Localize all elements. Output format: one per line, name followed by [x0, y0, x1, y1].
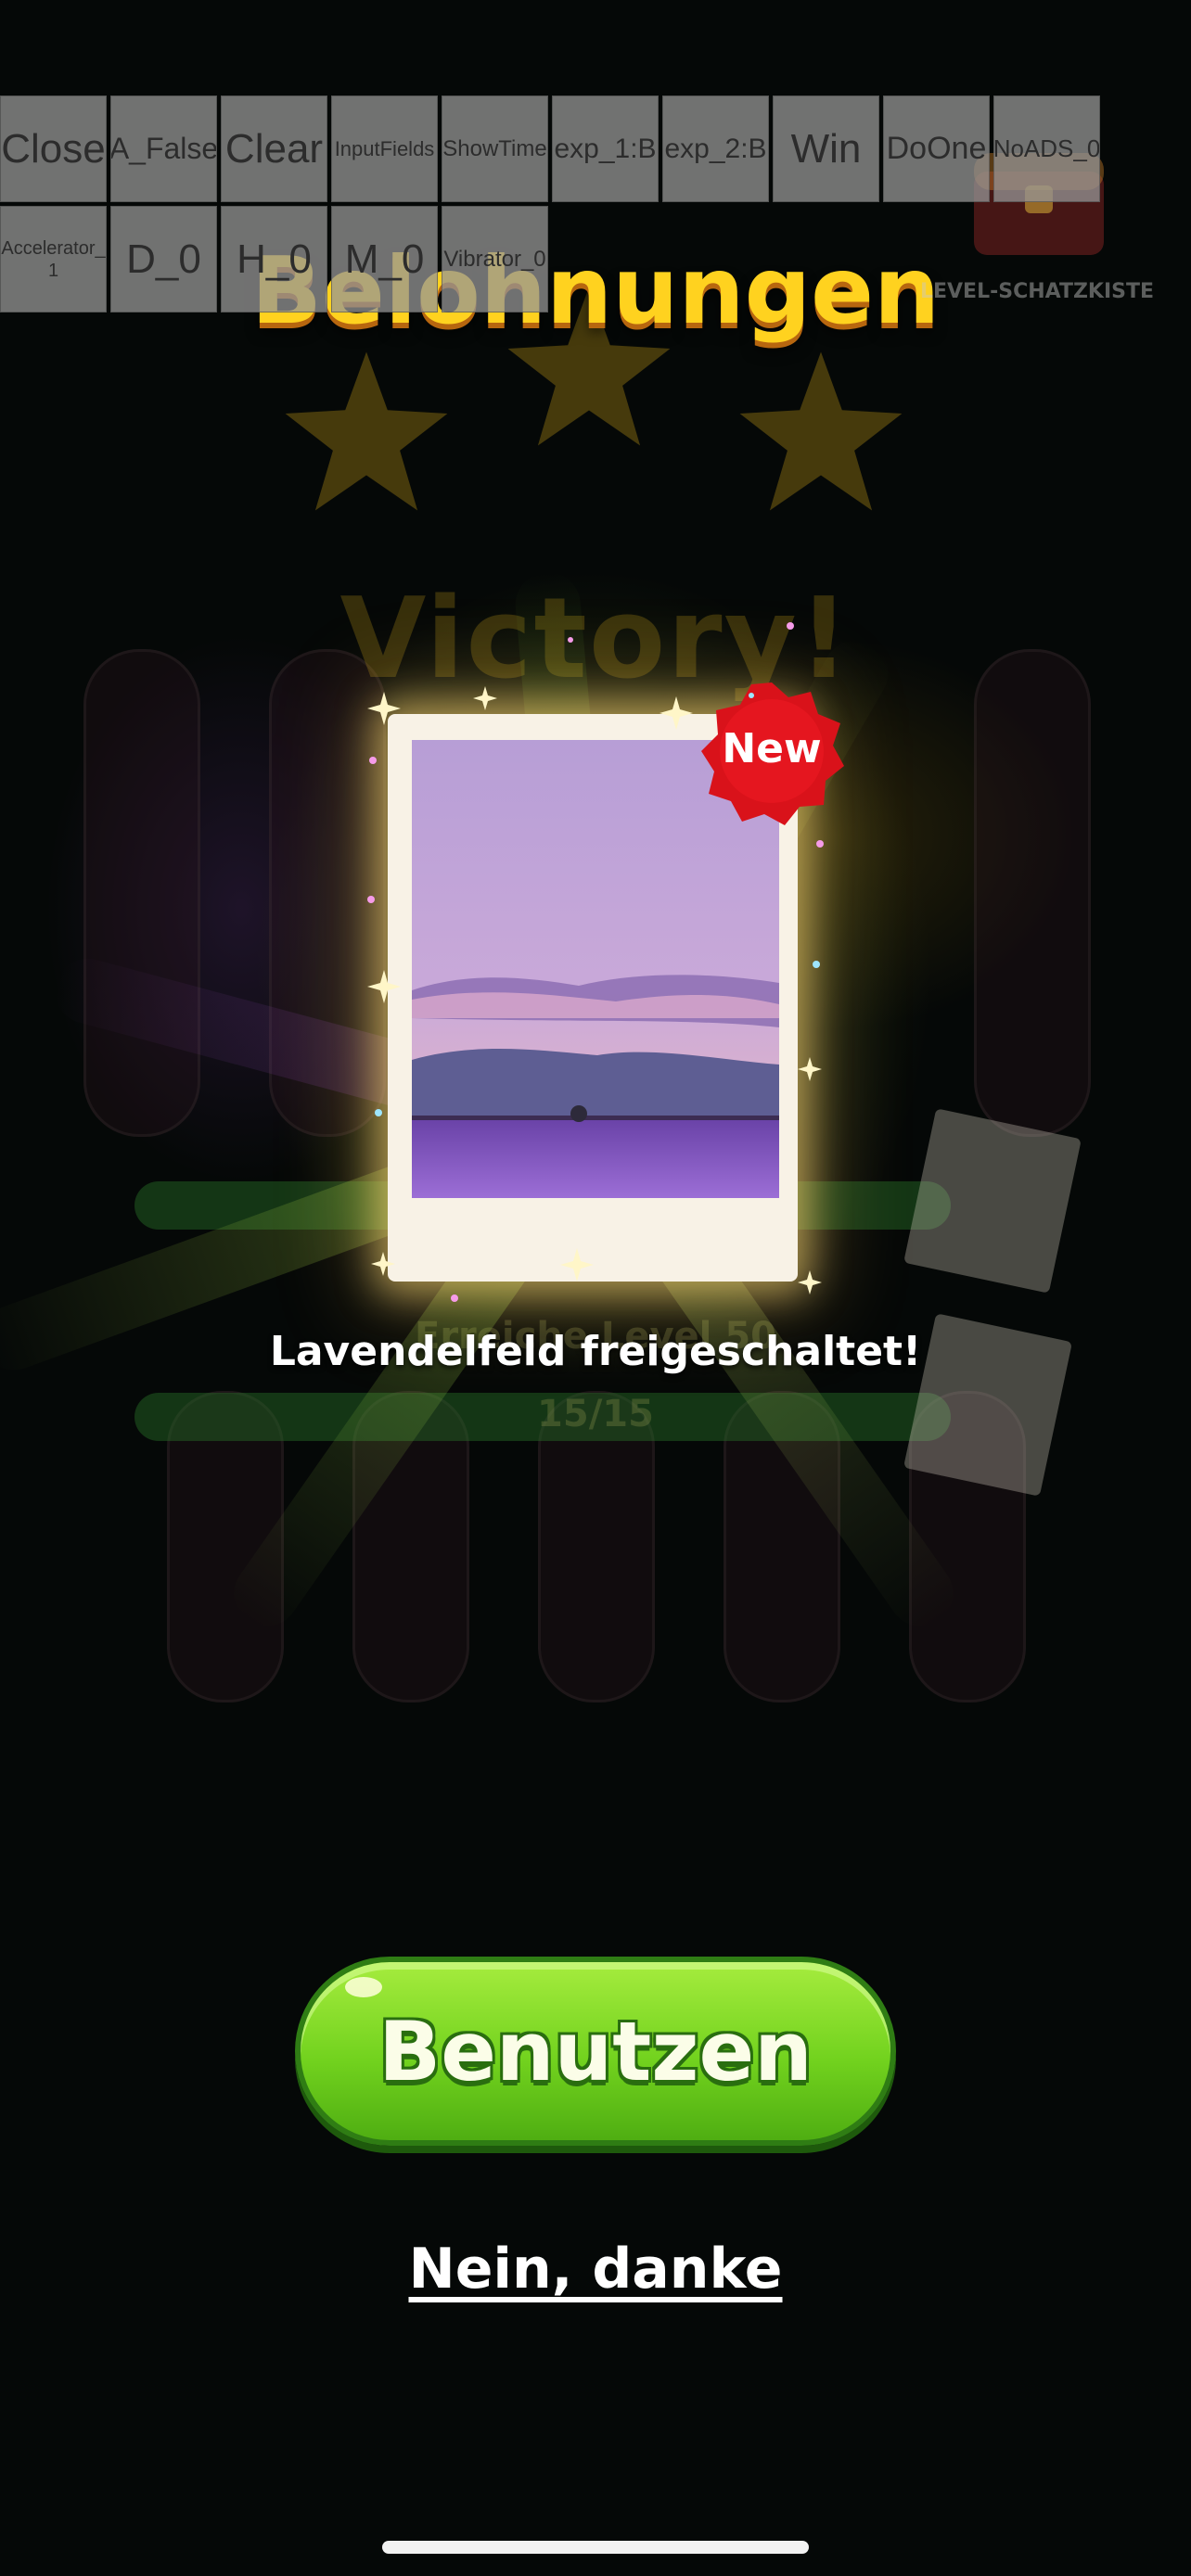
home-indicator[interactable]	[382, 2541, 809, 2554]
unlocked-message: Lavendelfeld freigeschaltet!	[269, 1328, 922, 1375]
debug-clear-button[interactable]: Clear	[221, 96, 327, 202]
debug-exp2-button[interactable]: exp_2:B	[662, 96, 769, 202]
debug-d-button[interactable]: D_0	[110, 206, 217, 312]
no-thanks-button[interactable]: Nein, danke	[0, 2237, 1191, 2302]
debug-vibrator-button[interactable]: Vibrator_0	[442, 206, 548, 312]
debug-doone-button[interactable]: DoOne	[883, 96, 990, 202]
debug-showtime-button[interactable]: ShowTime	[442, 96, 548, 202]
debug-accelerator-button[interactable]: Accelerator_ 1	[0, 206, 107, 312]
chest-label: LEVEL-SCHATZKISTE	[919, 280, 1155, 303]
debug-close-button[interactable]: Close	[0, 96, 107, 202]
use-button-label: Benutzen	[378, 2003, 813, 2099]
debug-inputfields-button[interactable]: InputFields	[331, 96, 438, 202]
debug-exp1-button[interactable]: exp_1:B	[552, 96, 659, 202]
debug-noads-button[interactable]: NoADS_0	[993, 96, 1100, 202]
sparkles	[367, 622, 824, 1302]
debug-h-button[interactable]: H_0	[221, 206, 327, 312]
debug-m-button[interactable]: M_0	[331, 206, 438, 312]
debug-a-false-button[interactable]: A_False	[110, 96, 217, 202]
star-icon	[285, 351, 448, 511]
bg-tube	[83, 649, 200, 1137]
use-button[interactable]: Benutzen	[295, 1957, 896, 2146]
debug-win-button[interactable]: Win	[773, 96, 879, 202]
star-icon	[739, 351, 903, 511]
bg-tube	[974, 649, 1091, 1137]
button-shine	[345, 1977, 382, 1997]
